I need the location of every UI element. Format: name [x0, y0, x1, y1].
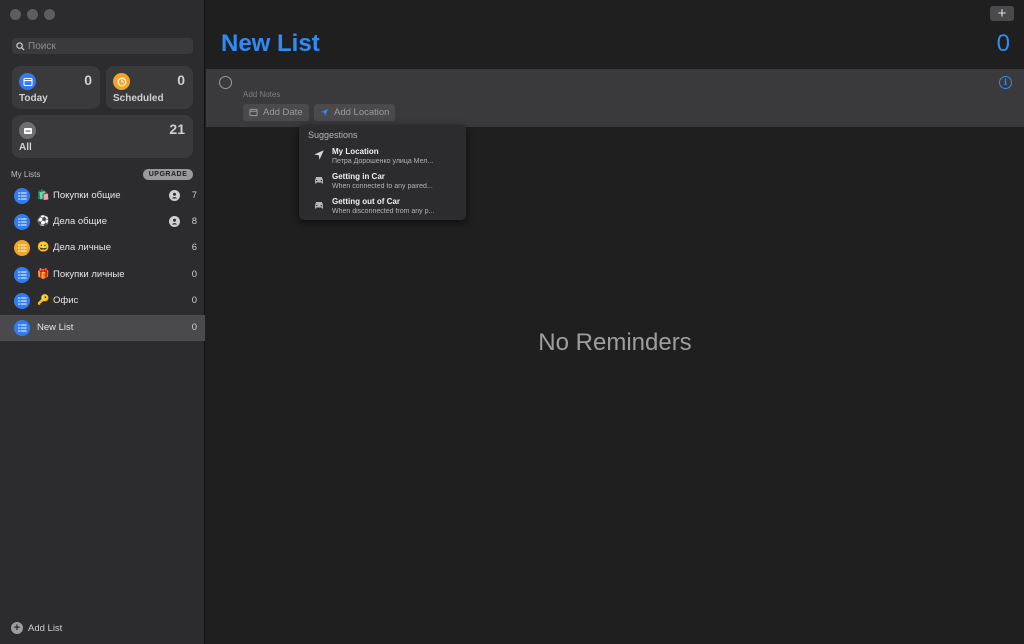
info-icon[interactable]: i [999, 76, 1012, 89]
list-name: Офис [53, 295, 79, 306]
location-arrow-icon [320, 108, 329, 117]
zoom-window-button[interactable] [44, 9, 55, 20]
today-count: 0 [84, 72, 92, 88]
add-date-button[interactable]: Add Date [243, 104, 309, 121]
search-icon [16, 41, 25, 51]
calendar-icon [249, 108, 258, 117]
sidebar-list-item[interactable]: ⚽ Дела общие 8 [0, 209, 205, 235]
list-name: Дела общие [53, 216, 107, 227]
add-notes-field[interactable]: Add Notes [243, 90, 280, 99]
tray-icon [19, 122, 36, 139]
list-bullets-icon [14, 214, 30, 230]
smart-list-today[interactable]: 0 Today [12, 66, 100, 109]
minimize-window-button[interactable] [27, 9, 38, 20]
list-count: 0 [191, 295, 197, 306]
car-icon [315, 202, 323, 209]
list-bullets-icon [14, 293, 30, 309]
list-name: Дела личные [53, 242, 112, 253]
today-label: Today [19, 93, 48, 104]
clock-icon [113, 73, 130, 90]
sidebar-list-item[interactable]: 🎁 Покупки личные 0 [0, 262, 205, 288]
suggestion-title: Getting out of Car [332, 197, 400, 206]
suggestion-my-location[interactable]: My Location Петра Дорошенко улица Мел... [299, 145, 466, 169]
add-circle-icon: + [11, 622, 23, 634]
list-name: Покупки личные [53, 269, 125, 280]
list-bullets-icon [14, 320, 30, 336]
suggestion-title: My Location [332, 147, 379, 156]
suggestion-title: Getting in Car [332, 172, 385, 181]
suggestion-getting-out-of-car[interactable]: Getting out of Car When disconnected fro… [299, 195, 466, 219]
page-title: New List [221, 30, 320, 57]
search-placeholder: Поиск [28, 40, 56, 52]
list-emoji: 🎁 [37, 269, 50, 280]
list-emoji: 🛍️ [37, 190, 50, 201]
location-arrow-icon [314, 150, 324, 160]
suggestions-header: Suggestions [308, 130, 358, 140]
list-emoji: 😀 [37, 242, 50, 253]
calendar-icon [19, 73, 36, 90]
add-list-label: Add List [28, 622, 63, 634]
list-count: 7 [191, 190, 197, 201]
add-list-button[interactable]: + Add List [11, 622, 62, 634]
sidebar-list-item[interactable]: 😀 Дела личные 6 [0, 235, 205, 261]
empty-state-label: No Reminders [538, 329, 692, 356]
list-count: 6 [191, 242, 197, 253]
all-label: All [19, 142, 32, 153]
smart-list-scheduled[interactable]: 0 Scheduled [106, 66, 193, 109]
list-bullets-icon [14, 267, 30, 283]
car-icon [315, 177, 323, 184]
list-count: 8 [191, 216, 197, 227]
suggestion-subtitle: When disconnected from any p... [332, 208, 435, 215]
search-input[interactable]: Поиск [12, 38, 193, 54]
smart-list-all[interactable]: 21 All [12, 115, 193, 158]
add-date-label: Add Date [263, 107, 303, 118]
list-name: Покупки общие [53, 190, 121, 201]
sidebar: Поиск 0 Today 0 Scheduled 21 All My List… [0, 0, 205, 644]
list-name: New List [37, 322, 74, 333]
shared-person-icon [169, 190, 180, 201]
list-emoji: ⚽ [37, 216, 50, 227]
shared-person-icon [169, 216, 180, 227]
location-suggestions-popup: Suggestions My Location Петра Дорошенко … [299, 125, 466, 220]
list-count: 0 [191, 269, 197, 280]
sidebar-list-item[interactable]: 🔑 Офис 0 [0, 288, 205, 314]
new-reminder-button[interactable]: + [990, 6, 1014, 21]
upgrade-button[interactable]: UPGRADE [143, 169, 193, 180]
add-location-label: Add Location [334, 107, 390, 118]
window-controls [10, 9, 55, 20]
sidebar-list-item-selected[interactable]: New List 0 [0, 315, 205, 341]
suggestion-subtitle: Петра Дорошенко улица Мел... [332, 158, 434, 165]
main-panel: + New List 0 i Add Notes Add Date Add Lo… [206, 0, 1024, 644]
scheduled-count: 0 [177, 72, 185, 88]
all-count: 21 [169, 121, 185, 137]
reminder-total-count: 0 [996, 30, 1010, 57]
close-window-button[interactable] [10, 9, 21, 20]
suggestion-subtitle: When connected to any paired... [332, 183, 433, 190]
scheduled-label: Scheduled [113, 93, 164, 104]
complete-checkbox[interactable] [219, 76, 232, 89]
sidebar-list-item[interactable]: 🛍️ Покупки общие 7 [0, 183, 205, 209]
my-lists-header: My Lists [11, 170, 41, 179]
suggestion-getting-in-car[interactable]: Getting in Car When connected to any pai… [299, 170, 466, 194]
add-location-button[interactable]: Add Location [314, 104, 396, 121]
list-bullets-icon [14, 188, 30, 204]
list-emoji: 🔑 [37, 295, 50, 306]
list-bullets-icon [14, 240, 30, 256]
list-count: 0 [191, 322, 197, 333]
new-reminder-row[interactable]: i Add Notes Add Date Add Location [206, 69, 1024, 127]
